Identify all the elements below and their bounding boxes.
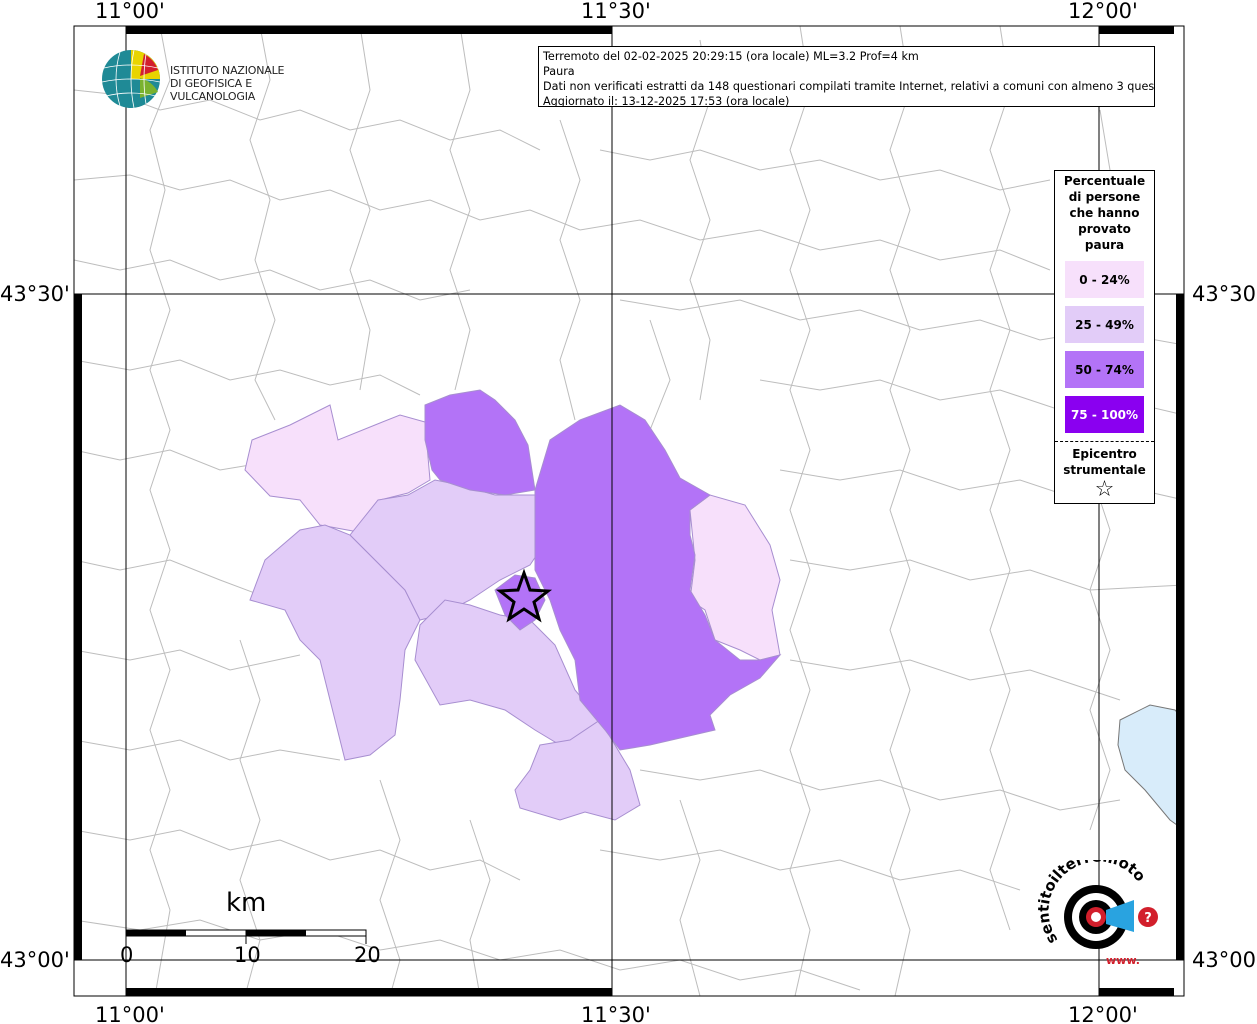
data-disclaimer: Dati non verificati estratti da 148 ques… [543,80,1155,93]
ingv-globe-icon [101,49,161,109]
update-timestamp: Aggiornato il: 13-12-2025 17:53 (ora loc… [543,95,790,107]
lon-label-bottom-1: 11°00' [95,1003,165,1024]
legend-item-50-74: 50 - 74% [1065,351,1144,388]
legend: Percentuale di persone che hanno provato… [1054,170,1155,504]
ingv-logo: ISTITUTO NAZIONALE DI GEOFISICA E VULCAN… [100,46,320,110]
lon-label-bottom-2: 11°30' [581,1003,651,1024]
scale-unit: km [226,888,267,918]
legend-item-label: 50 - 74% [1075,362,1134,377]
hsit-logo-icon: ? sentitoilterremoto.it www. [1034,846,1158,967]
legend-star-icon: ☆ [1094,477,1115,502]
lat-label-right-2: 43°00' [1192,948,1257,972]
map-parameter: Paura [543,65,575,78]
hsit-www-text: www. [1106,954,1140,967]
legend-title: Percentuale di persone che hanno provato… [1063,174,1146,252]
hsit-logo[interactable]: ? sentitoilterremoto.it www. [1034,846,1168,970]
lon-label-top-2: 11°30' [581,0,651,23]
scale-tick-0: 0 [120,943,134,967]
legend-item-label: 25 - 49% [1075,317,1134,332]
lat-label-left-2: 43°00' [0,948,70,972]
event-info-box: Terremoto del 02-02-2025 20:29:15 (ora l… [538,46,1155,107]
lon-label-top-3: 12°00' [1068,0,1138,23]
lat-label-left-1: 43°30' [0,282,70,306]
ingv-logo-text: ISTITUTO NAZIONALE DI GEOFISICA E VULCAN… [170,64,285,103]
event-summary: Terremoto del 02-02-2025 20:29:15 (ora l… [543,50,919,63]
scale-tick-10: 10 [234,943,261,967]
lat-label-right-1: 43°30' [1192,282,1257,306]
svg-text:?: ? [1144,911,1152,926]
legend-item-label: 0 - 24% [1079,272,1130,287]
legend-item-label: 75 - 100% [1070,407,1139,422]
lon-label-bottom-3: 12°00' [1068,1003,1138,1024]
legend-item-75-100: 75 - 100% [1065,396,1144,433]
scale-tick-20: 20 [354,943,381,967]
legend-separator [1055,441,1154,442]
legend-epicentre-label: Epicentro strumentale [1063,447,1146,477]
lon-label-top-1: 11°00' [95,0,165,23]
legend-item-25-49: 25 - 49% [1065,306,1144,343]
legend-item-0-24: 0 - 24% [1065,261,1144,298]
